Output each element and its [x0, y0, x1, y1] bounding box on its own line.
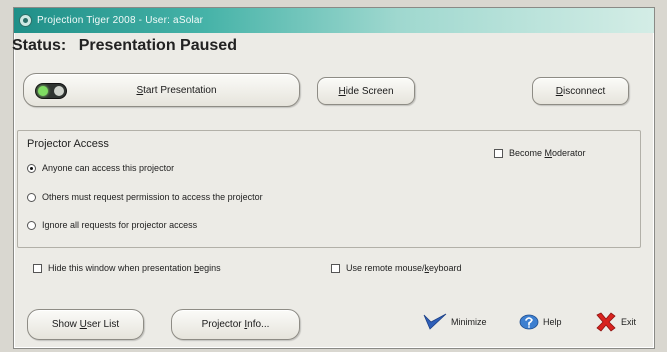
start-presentation-label: Start Presentation — [136, 84, 217, 96]
radio-request-label: Others must request permission to access… — [42, 192, 263, 202]
help-button[interactable]: Help — [519, 313, 562, 330]
toggle-switch-icon — [35, 83, 67, 99]
status-label: Status: — [12, 37, 67, 54]
show-user-list-button[interactable]: Show User List — [27, 309, 144, 340]
status-value: Presentation Paused — [78, 37, 237, 54]
minimize-label: Minimize — [451, 317, 487, 327]
help-label: Help — [543, 316, 562, 327]
become-moderator-checkbox[interactable]: Become Moderator — [494, 148, 586, 158]
disconnect-button[interactable]: Disconnect — [532, 77, 629, 105]
red-x-icon — [595, 312, 617, 332]
status-line: Status: Presentation Paused — [12, 37, 237, 55]
exit-label: Exit — [621, 317, 637, 327]
disconnect-label: Disconnect — [555, 85, 606, 97]
radio-button[interactable] — [27, 220, 36, 230]
hide-window-checkbox[interactable]: Hide this window when presentation begin… — [33, 263, 221, 273]
hide-screen-label: Hide Screen — [338, 85, 394, 97]
radio-request-permission[interactable]: Others must request permission to access… — [27, 192, 263, 202]
minimize-button[interactable]: Minimize — [423, 313, 487, 331]
remote-mouse-checkbox[interactable]: Use remote mouse/keyboard — [331, 263, 462, 273]
projector-info-label: Projector Info... — [201, 319, 270, 330]
app-icon — [19, 14, 32, 27]
radio-ignore-requests[interactable]: Ignore all requests for projector access — [27, 220, 197, 230]
hide-screen-button[interactable]: Hide Screen — [317, 77, 415, 105]
checkmark-arrow-icon — [423, 313, 447, 331]
projector-info-button[interactable]: Projector Info... — [171, 309, 300, 340]
radio-button[interactable] — [27, 192, 36, 202]
hide-window-label: Hide this window when presentation begin… — [48, 263, 221, 273]
become-moderator-label: Become Moderator — [509, 148, 586, 158]
radio-ignore-label: Ignore all requests for projector access — [42, 220, 198, 230]
projector-access-group: Projector Access Anyone can access this … — [17, 130, 641, 248]
exit-button[interactable]: Exit — [595, 312, 636, 332]
projector-access-title: Projector Access — [27, 138, 109, 150]
radio-anyone-label: Anyone can access this projector — [42, 163, 175, 173]
title-bar[interactable]: Projection Tiger 2008 - User: aSolar — [14, 8, 654, 33]
remote-mouse-label: Use remote mouse/keyboard — [346, 263, 462, 273]
window-title: Projection Tiger 2008 - User: aSolar — [37, 15, 204, 26]
radio-anyone-access[interactable]: Anyone can access this projector — [27, 163, 174, 173]
help-icon — [519, 313, 539, 330]
radio-button-selected[interactable] — [27, 163, 36, 173]
start-presentation-button[interactable]: Start Presentation — [23, 73, 300, 107]
checkbox-box[interactable] — [494, 148, 503, 158]
checkbox-box[interactable] — [331, 263, 340, 273]
checkbox-box[interactable] — [33, 263, 42, 273]
show-user-list-label: Show User List — [51, 319, 120, 330]
